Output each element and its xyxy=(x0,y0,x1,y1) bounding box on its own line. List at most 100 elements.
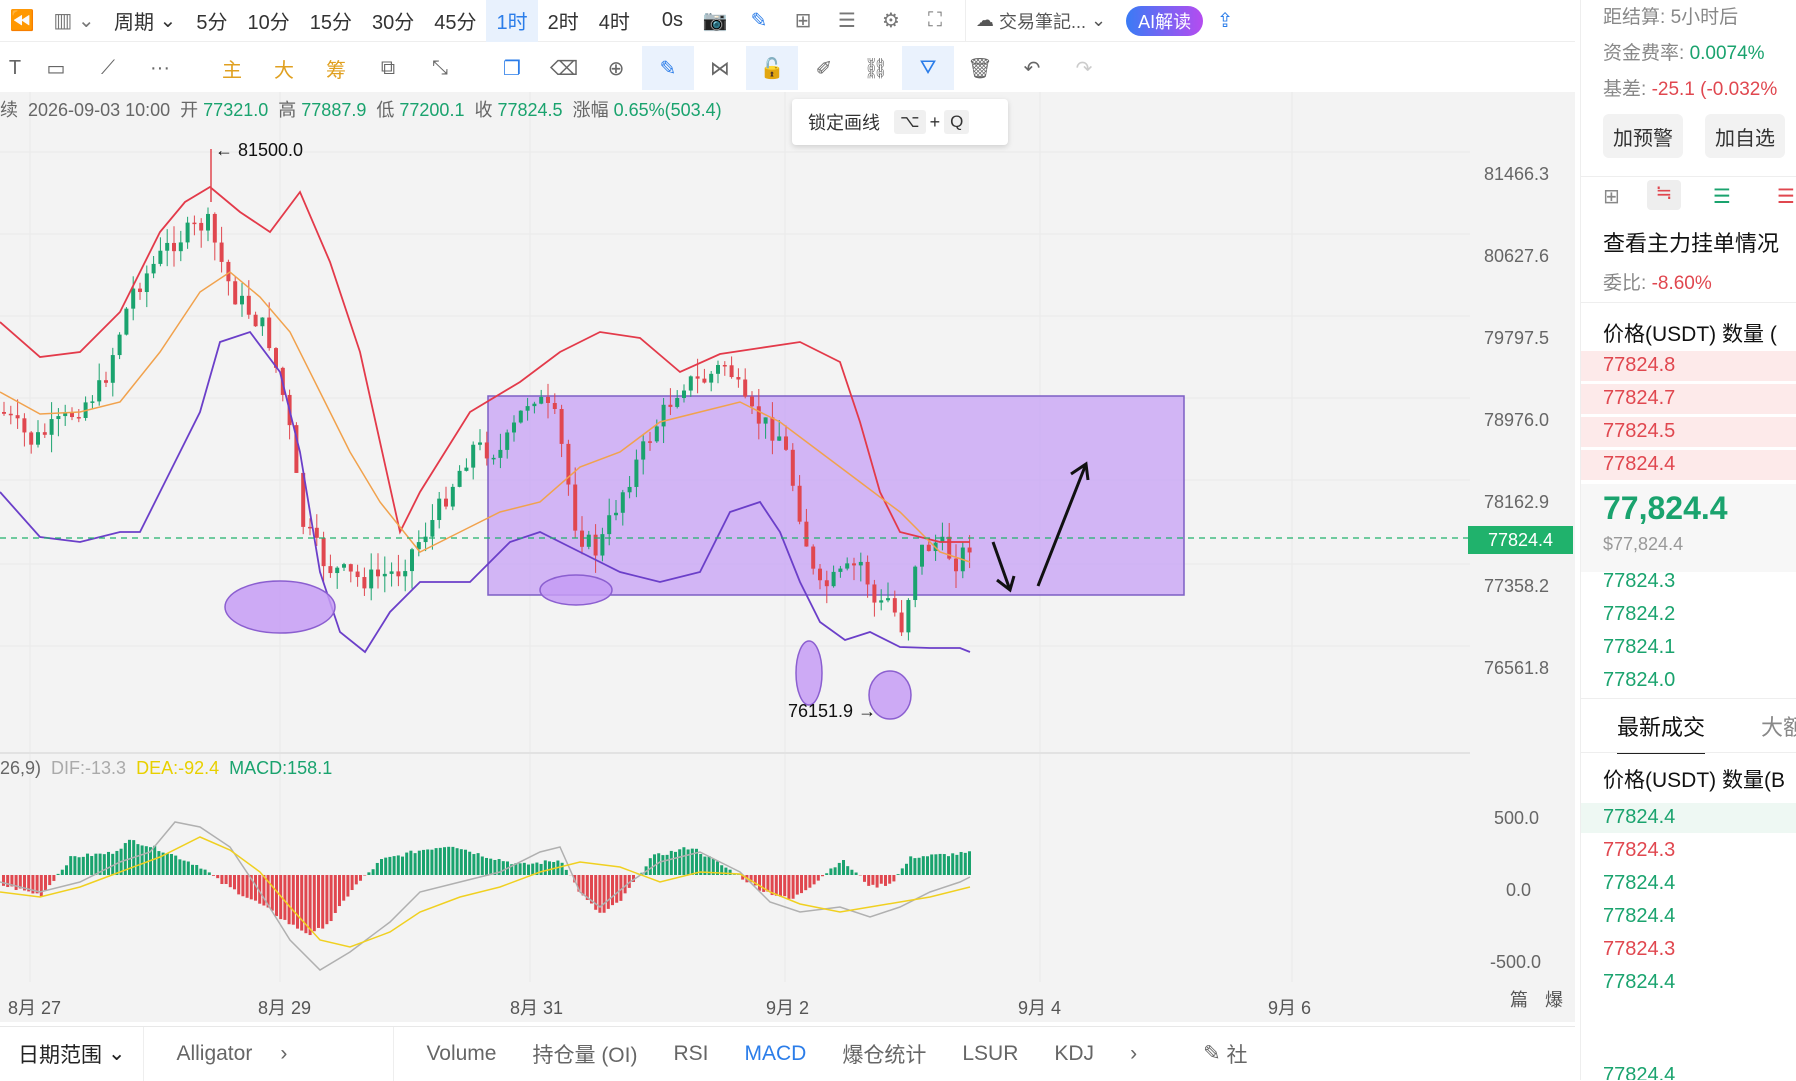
tab-oi[interactable]: 持仓量 (OI) xyxy=(514,1027,655,1081)
tab-macd[interactable]: MACD xyxy=(727,1027,825,1081)
tab-large-trades[interactable]: 大额 xyxy=(1761,710,1796,742)
macd-bar xyxy=(892,875,895,881)
orderbook-asks-icon[interactable]: ☰ xyxy=(1777,184,1795,209)
add-alert-button[interactable]: 加预警 xyxy=(1603,114,1683,158)
tab-liquidation[interactable]: 爆仓统计 xyxy=(824,1027,944,1081)
trade-journal-dropdown[interactable]: ☁ 交易筆記... ⌄ xyxy=(965,0,1116,42)
bid-price[interactable]: 77824.2 xyxy=(1603,603,1675,626)
ask-price[interactable]: 77824.4 xyxy=(1603,453,1675,476)
camera-icon[interactable]: 📷 xyxy=(693,0,737,42)
ruler-tool-icon[interactable]: ▭ xyxy=(30,46,82,90)
ask-price[interactable]: 77824.5 xyxy=(1603,420,1675,443)
tabs-next-icon[interactable]: › xyxy=(1112,1027,1155,1081)
orderbook-bids-icon[interactable]: ☰ xyxy=(1713,184,1731,209)
chip-button[interactable]: 筹 xyxy=(310,46,362,90)
x-axis-right-b: 爆 xyxy=(1545,986,1563,1012)
orders-title[interactable]: 查看主力挂单情况 xyxy=(1603,226,1779,258)
share-icon[interactable]: ⇪ xyxy=(1203,0,1247,42)
tab-kdj[interactable]: KDJ xyxy=(1036,1027,1112,1081)
copy-icon[interactable]: ❐ xyxy=(486,46,538,90)
link-icon[interactable]: ⛓ xyxy=(850,46,902,90)
interval-10m[interactable]: 10分 xyxy=(237,0,299,42)
tab-latest-trades[interactable]: 最新成交 xyxy=(1617,710,1705,754)
edit-list-icon[interactable]: ✐ xyxy=(798,46,850,90)
ai-interpret-button[interactable]: AI解读 xyxy=(1126,6,1203,36)
candle-body xyxy=(893,598,897,612)
macd-bar xyxy=(964,853,967,875)
zoom-in-icon[interactable]: ⊕ xyxy=(590,46,642,90)
candle-body xyxy=(600,534,604,555)
ask-price[interactable]: 77824.7 xyxy=(1603,387,1675,410)
big-order-button[interactable]: 大 xyxy=(258,46,310,90)
candle-body xyxy=(16,415,20,418)
date-range-dropdown[interactable]: 日期范围 ⌄ xyxy=(0,1027,144,1081)
candle-body xyxy=(376,570,380,577)
tab-volume[interactable]: Volume xyxy=(408,1027,514,1081)
highlight-ellipse-2[interactable] xyxy=(540,575,612,605)
text-tool-icon[interactable]: T xyxy=(0,46,30,90)
interval-15m[interactable]: 15分 xyxy=(300,0,362,42)
macd-bar xyxy=(183,861,186,875)
range-box[interactable] xyxy=(488,396,1184,595)
macd-bar xyxy=(229,875,232,887)
bid-price[interactable]: 77824.1 xyxy=(1603,636,1675,659)
magnet-icon[interactable]: ⋈ xyxy=(694,46,746,90)
tab-lsur[interactable]: LSUR xyxy=(944,1027,1036,1081)
draw-mode-icon[interactable]: ✎ xyxy=(642,46,694,90)
settle-value: 5小时后 xyxy=(1671,7,1739,28)
bid-price[interactable]: 77824.0 xyxy=(1603,669,1675,692)
x-axis-right-a: 篇 xyxy=(1510,986,1528,1012)
measure-icon[interactable]: ⤡ xyxy=(414,46,466,90)
add-watchlist-button[interactable]: 加自选 xyxy=(1705,114,1785,158)
orderbook-both-icon[interactable]: ≒ xyxy=(1647,180,1681,210)
price-chart[interactable]: ← 81500.0 76151.9 → xyxy=(0,92,1470,992)
ratio-value: -8.60% xyxy=(1652,273,1712,294)
interval-30m[interactable]: 30分 xyxy=(362,0,424,42)
candle-body xyxy=(186,223,190,243)
delete-icon[interactable]: 🗑 xyxy=(954,46,1006,90)
eraser-icon[interactable]: ⌫ xyxy=(538,46,590,90)
candle-body xyxy=(838,569,842,572)
interval-4h[interactable]: 4时 xyxy=(589,0,640,42)
period-dropdown[interactable]: 周期 ⌄ xyxy=(104,0,186,42)
interval-45m[interactable]: 45分 xyxy=(424,0,486,42)
alligator-tab[interactable]: Alligator› xyxy=(144,1027,394,1081)
highlight-ellipse-1[interactable] xyxy=(225,581,335,633)
compare-icon[interactable]: ⧉ xyxy=(362,46,414,90)
highlight-ellipse-3[interactable] xyxy=(796,641,822,705)
interval-5m[interactable]: 5分 xyxy=(186,0,237,42)
filter-icon[interactable]: ⛛ xyxy=(902,46,954,90)
macd-bar xyxy=(804,875,807,890)
candle-body xyxy=(498,450,502,458)
candle-type-icon[interactable]: ▥ ⌄ xyxy=(44,0,104,42)
candle-body xyxy=(315,528,319,538)
lock-icon[interactable]: 🔓 xyxy=(746,46,798,90)
interval-2h[interactable]: 2时 xyxy=(538,0,589,42)
indicator-list-icon[interactable]: ☰ xyxy=(825,0,869,42)
candle-body xyxy=(682,391,686,398)
close-value: 77824.5 xyxy=(498,100,563,120)
macd-bar xyxy=(401,857,404,875)
edit-icon: ✎ xyxy=(1203,1041,1221,1066)
pen-icon[interactable]: ✎ xyxy=(737,0,781,42)
trendline-tool-icon[interactable]: ⟋ xyxy=(82,46,134,90)
bid-price[interactable]: 77824.3 xyxy=(1603,570,1675,593)
interval-1h[interactable]: 1时 xyxy=(486,0,537,42)
new-window-icon[interactable]: ⊞ xyxy=(1603,184,1620,209)
main-indicator-button[interactable]: 主 xyxy=(206,46,258,90)
settle-label: 距结算: xyxy=(1603,7,1665,28)
settings-icon[interactable]: ⚙ xyxy=(869,0,913,42)
macd-bar xyxy=(342,875,345,901)
tab-rsi[interactable]: RSI xyxy=(655,1027,726,1081)
undo-icon[interactable]: ↶ xyxy=(1006,46,1058,90)
macd-bar xyxy=(670,851,673,875)
ask-price[interactable]: 77824.8 xyxy=(1603,354,1675,377)
community-button[interactable]: ✎ 社 xyxy=(1185,1027,1265,1081)
add-window-icon[interactable]: ⊞ xyxy=(781,0,825,42)
redo-icon[interactable]: ↷ xyxy=(1058,46,1110,90)
collapse-left-icon[interactable]: ⏪ xyxy=(0,0,44,42)
x-tick: 8月 29 xyxy=(258,994,311,1020)
more-tools-button[interactable]: ··· xyxy=(134,46,186,90)
candle-body xyxy=(648,441,652,443)
fullscreen-icon[interactable]: ⛶ xyxy=(913,0,957,42)
